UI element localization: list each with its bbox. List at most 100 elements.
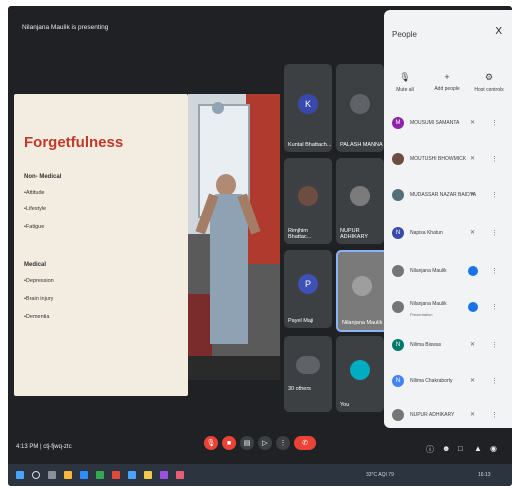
- slide-bullet: •Brain injury: [24, 296, 54, 302]
- participant-row[interactable]: MUDASSAR NAZAR BAIDYA ✕ ⋮: [388, 186, 512, 208]
- leave-call-button[interactable]: ✆: [294, 436, 316, 450]
- captions-button[interactable]: ▤: [240, 436, 254, 450]
- app-icon[interactable]: [176, 471, 184, 479]
- activities-icon[interactable]: ▲: [474, 444, 482, 453]
- windows-taskbar: 33°C AQI 79 16:13: [8, 464, 512, 486]
- participant-name: NUPUR ADHIKARY: [410, 412, 455, 418]
- more-options-icon[interactable]: ⋮: [491, 377, 498, 385]
- avatar: [392, 189, 404, 201]
- participant-tile[interactable]: Rimjhim Bhattac...: [284, 158, 332, 244]
- participant-row[interactable]: Nilanjana Maulik Presentation ⋮: [388, 298, 512, 320]
- more-options-icon[interactable]: ⋮: [491, 191, 498, 199]
- participant-row[interactable]: N Nilima Biswas ✕ ⋮: [388, 336, 512, 358]
- avatar: M: [392, 117, 404, 129]
- info-icon[interactable]: ⓘ: [426, 444, 434, 455]
- slide-heading: Medical: [24, 262, 47, 268]
- chat-icon[interactable]: □: [458, 444, 463, 453]
- people-icon[interactable]: ☻: [442, 444, 450, 453]
- more-options-icon[interactable]: ⋮: [491, 303, 498, 311]
- taskbar-clock: 16:13: [478, 472, 491, 478]
- participant-name: MOUTUSHI BHOWMICK: [410, 156, 467, 162]
- participant-row[interactable]: N Napisa Khatun ✕ ⋮: [388, 224, 512, 246]
- panel-title: People: [392, 30, 417, 39]
- avatar: [350, 94, 370, 114]
- mic-off-icon: 🎙: [399, 72, 411, 82]
- file-explorer-icon[interactable]: [64, 471, 72, 479]
- participant-name: MOUSUMI SAMANTA: [410, 120, 460, 126]
- host-controls-button[interactable]: ⚙ Host controls: [468, 72, 510, 93]
- present-button[interactable]: ▷: [258, 436, 272, 450]
- mic-off-icon: ✕: [470, 412, 476, 418]
- mic-off-icon: ✕: [470, 378, 476, 384]
- more-options-icon[interactable]: ⋮: [491, 119, 498, 127]
- task-view-icon[interactable]: [48, 471, 56, 479]
- presentation-slide: Forgetfulness Non- Medical •Attitude •Li…: [14, 94, 188, 396]
- store-icon[interactable]: [96, 471, 104, 479]
- add-person-icon: +: [444, 72, 450, 82]
- participant-name: Nilanjana Maulik: [410, 268, 447, 274]
- meeting-separator: |: [40, 444, 42, 450]
- more-options-icon[interactable]: ⋮: [491, 411, 498, 419]
- edge-icon[interactable]: [80, 471, 88, 479]
- avatar: [392, 409, 404, 421]
- app-icon[interactable]: [144, 471, 152, 479]
- more-options-icon[interactable]: ⋮: [491, 229, 498, 237]
- avatar: P: [298, 274, 318, 294]
- chrome-icon[interactable]: [112, 471, 120, 479]
- close-icon[interactable]: X: [495, 26, 502, 37]
- search-icon[interactable]: [32, 471, 40, 479]
- more-options-icon[interactable]: ⋮: [491, 155, 498, 163]
- avatar: N: [392, 375, 404, 387]
- participant-tile[interactable]: P Payel Maji: [284, 250, 332, 328]
- participant-row[interactable]: NUPUR ADHIKARY ✕ ⋮: [388, 406, 512, 428]
- participant-row[interactable]: N Nilima Chakraborty ✕ ⋮: [388, 372, 512, 394]
- slide-bullet: •Lifestyle: [24, 206, 47, 212]
- mic-off-icon: ✕: [470, 192, 476, 198]
- participant-row[interactable]: MOUTUSHI BHOWMICK ✕ ⋮: [388, 150, 512, 172]
- participant-row[interactable]: M MOUSUMI SAMANTA ✕ ⋮: [388, 114, 512, 136]
- more-options-icon[interactable]: ⋮: [491, 341, 498, 349]
- avatar: [352, 276, 372, 296]
- mic-off-icon: ✕: [470, 230, 476, 236]
- slide-bullet: •Fatigue: [24, 224, 45, 230]
- participant-tile[interactable]: NUPUR ADHIKARY: [336, 158, 384, 244]
- people-panel: People X 🎙 Mute all + Add people ⚙ Host …: [384, 10, 512, 428]
- slide-title: Forgetfulness: [24, 134, 124, 151]
- more-options-button[interactable]: ⋮: [276, 436, 290, 450]
- present-icon: ▷: [262, 440, 268, 447]
- lock-icon[interactable]: ◉: [490, 444, 497, 453]
- self-tile[interactable]: You: [336, 336, 384, 412]
- avatar: [392, 265, 404, 277]
- meeting-time: 4:13 PM: [16, 444, 39, 450]
- app-icon[interactable]: [160, 471, 168, 479]
- meeting-controls-bar: 4:13 PM | ctj-fjwq-ztc 🎙 ■ ▤ ▷ ⋮ ✆ ⓘ ☻ □…: [8, 430, 512, 464]
- more-icon: ⋮: [279, 440, 287, 447]
- participant-tile-active[interactable]: Nilanjana Maulik: [336, 250, 388, 332]
- mic-toggle-button[interactable]: 🎙: [204, 436, 218, 450]
- avatar: [392, 153, 404, 165]
- others-tile[interactable]: 30 others: [284, 336, 332, 412]
- avatar: [298, 186, 318, 206]
- add-people-button[interactable]: + Add people: [426, 72, 468, 92]
- mic-off-icon: ✕: [470, 120, 476, 126]
- presenting-icon: [468, 302, 478, 312]
- tile-name: PALASH MANNA: [340, 142, 383, 148]
- mail-icon[interactable]: [128, 471, 136, 479]
- participant-name: Nilima Chakraborty: [410, 378, 453, 384]
- camera-off-icon: ■: [226, 439, 232, 447]
- phone-icon: ✆: [302, 440, 308, 447]
- meet-window: Nilanjana Maulik is presenting Forgetful…: [8, 6, 512, 486]
- windows-start-icon[interactable]: [16, 471, 24, 479]
- more-options-icon[interactable]: ⋮: [491, 267, 498, 275]
- mic-off-icon: ✕: [470, 156, 476, 162]
- participant-tile[interactable]: K Kuntal Bhattach...: [284, 64, 332, 152]
- camera-toggle-button[interactable]: ■: [222, 436, 236, 450]
- participant-row[interactable]: Nilanjana Maulik ⋮: [388, 262, 512, 284]
- participant-name: Nilima Biswas: [410, 342, 442, 348]
- participant-name: MUDASSAR NAZAR BAIDYA: [410, 192, 477, 198]
- participant-tile[interactable]: PALASH MANNA: [336, 64, 384, 152]
- tile-name: NUPUR ADHIKARY: [340, 228, 369, 240]
- participant-name: Nilanjana Maulik: [410, 301, 447, 307]
- tile-name: Payel Maji: [288, 318, 314, 324]
- mute-all-button[interactable]: 🎙 Mute all: [384, 72, 426, 93]
